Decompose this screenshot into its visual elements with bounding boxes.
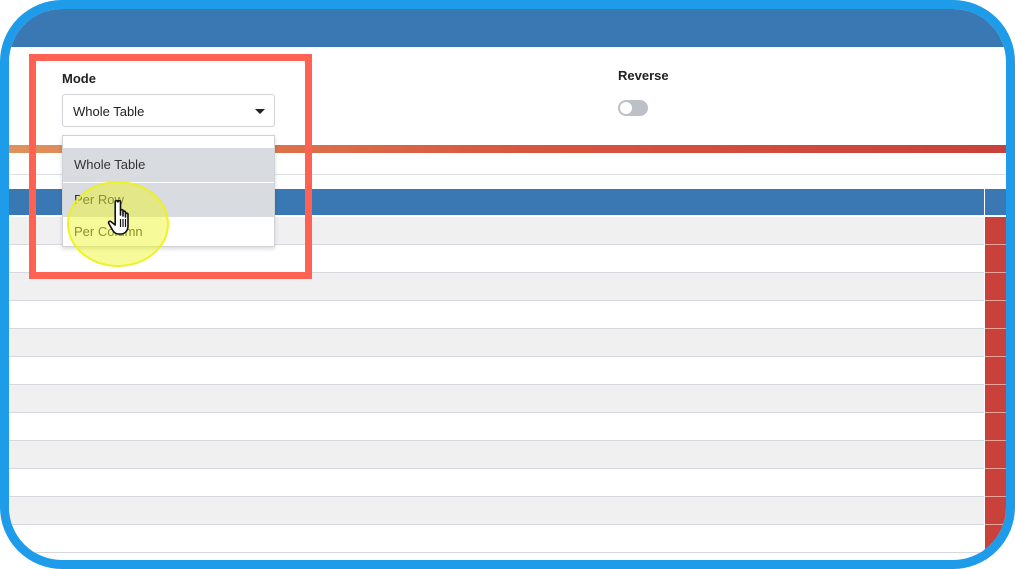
screen-frame: Mode Whole Table Reverse Whole Table Per… — [0, 0, 1015, 569]
table-row — [9, 469, 984, 497]
heatmap-cell — [985, 497, 1006, 525]
top-header-bar — [9, 9, 1006, 47]
annotation-highlight-box — [29, 54, 312, 279]
heatmap-cell — [985, 217, 1006, 245]
reverse-label: Reverse — [618, 68, 669, 83]
reverse-toggle[interactable] — [618, 100, 648, 116]
heatmap-cell — [985, 329, 1006, 357]
heatmap-cell — [985, 469, 1006, 497]
heatmap-cell — [985, 357, 1006, 385]
table-row — [9, 497, 984, 525]
table-row — [9, 525, 984, 553]
heatmap-cell — [985, 385, 1006, 413]
heatmap-cell — [985, 441, 1006, 469]
table-row — [9, 301, 984, 329]
heatmap-cell — [985, 301, 1006, 329]
heatmap-cell — [985, 273, 1006, 301]
heatmap-cell — [985, 245, 1006, 273]
toggle-knob — [620, 102, 632, 114]
heatmap-cell — [985, 413, 1006, 441]
table-row — [9, 357, 984, 385]
table-header-last-column — [985, 189, 1006, 215]
heatmap-cell — [985, 525, 1006, 553]
table-row — [9, 385, 984, 413]
table-row — [9, 329, 984, 357]
table-row — [9, 441, 984, 469]
heatmap-column — [985, 217, 1006, 560]
table-row — [9, 413, 984, 441]
